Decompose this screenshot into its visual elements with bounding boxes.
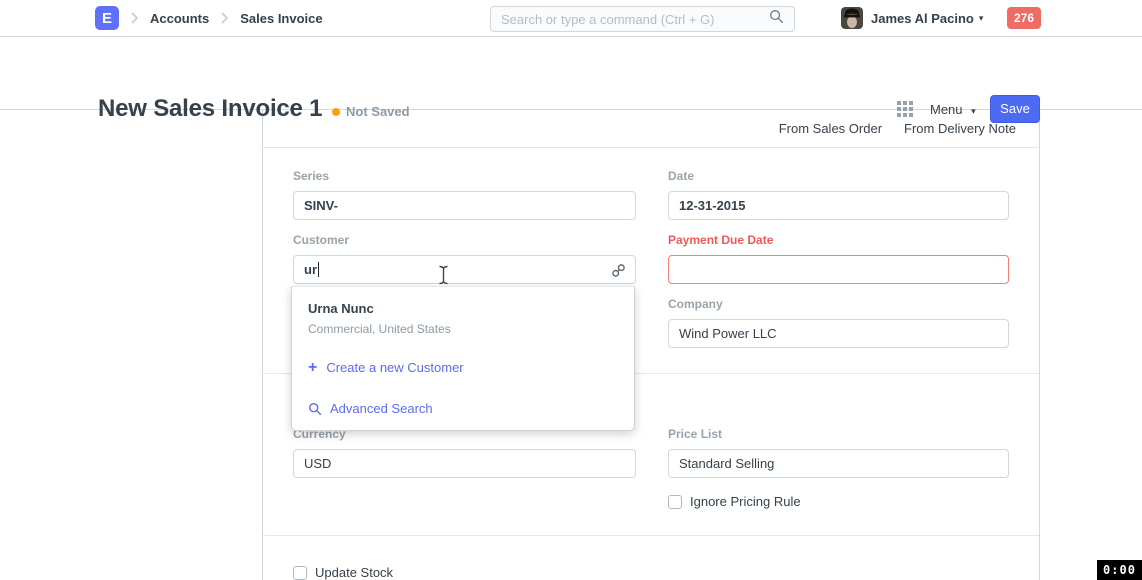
page-title: New Sales Invoice 1 xyxy=(98,95,322,123)
text-caret xyxy=(318,262,319,277)
ignore-pricing-rule-label: Ignore Pricing Rule xyxy=(690,494,801,509)
plus-icon: + xyxy=(308,361,317,375)
update-stock-checkbox[interactable]: Update Stock xyxy=(293,565,393,580)
customer-option-title: Urna Nunc xyxy=(308,301,451,316)
breadcrumb: E Accounts Sales Invoice xyxy=(95,0,323,36)
chevron-right-icon xyxy=(130,12,139,24)
notification-badge[interactable]: 276 xyxy=(1007,7,1041,29)
series-input[interactable] xyxy=(293,191,636,220)
chevron-down-icon: ▾ xyxy=(971,106,976,116)
user-name: James Al Pacino xyxy=(871,11,974,26)
customer-label: Customer xyxy=(293,233,636,247)
date-field: Date xyxy=(668,169,1009,220)
price-list-field: Price List xyxy=(668,427,1009,478)
save-status: Not Saved xyxy=(332,104,410,119)
payment-due-date-input[interactable] xyxy=(668,255,1009,284)
series-field: Series xyxy=(293,169,636,220)
breadcrumb-accounts[interactable]: Accounts xyxy=(150,11,209,26)
company-input[interactable] xyxy=(668,319,1009,348)
status-dot-icon xyxy=(332,108,340,116)
series-label: Series xyxy=(293,169,636,183)
price-list-label: Price List xyxy=(668,427,1009,441)
customer-field: Customer ur xyxy=(293,233,636,284)
avatar xyxy=(841,7,863,29)
save-button[interactable]: Save xyxy=(990,95,1040,123)
create-new-customer-button[interactable]: + Create a new Customer xyxy=(308,360,464,375)
status-text: Not Saved xyxy=(346,104,410,119)
create-new-customer-label: Create a new Customer xyxy=(326,360,463,375)
breadcrumb-sales-invoice[interactable]: Sales Invoice xyxy=(240,11,322,26)
company-field: Company xyxy=(668,297,1009,348)
currency-field: Currency xyxy=(293,427,636,478)
app-logo[interactable]: E xyxy=(95,6,119,30)
chevron-right-icon xyxy=(220,12,229,24)
user-menu[interactable]: James Al Pacino ▾ xyxy=(841,0,983,36)
currency-input[interactable] xyxy=(293,449,636,478)
global-search-input[interactable] xyxy=(501,12,769,27)
customer-autocomplete-dropdown: Urna Nunc Commercial, United States + Cr… xyxy=(291,286,635,431)
app-logo-letter: E xyxy=(102,10,112,27)
section-divider xyxy=(263,535,1039,536)
global-search[interactable] xyxy=(490,6,795,32)
customer-input-value: ur xyxy=(304,262,317,277)
top-navbar: E Accounts Sales Invoice James Al Pacino… xyxy=(0,0,1142,37)
date-label: Date xyxy=(668,169,1009,183)
checkbox-icon xyxy=(293,566,307,580)
price-list-input[interactable] xyxy=(668,449,1009,478)
payment-due-date-field: Payment Due Date xyxy=(668,233,1009,284)
menu-button[interactable]: Menu ▾ xyxy=(930,102,976,117)
page-header: New Sales Invoice 1 Not Saved Menu ▾ Sav… xyxy=(0,37,1142,110)
search-icon xyxy=(308,402,322,416)
link-icon[interactable] xyxy=(611,263,626,281)
payment-due-date-label: Payment Due Date xyxy=(668,233,1009,247)
update-stock-label: Update Stock xyxy=(315,565,393,580)
customer-input[interactable]: ur xyxy=(293,255,636,284)
ignore-pricing-rule-checkbox[interactable]: Ignore Pricing Rule xyxy=(668,494,1009,509)
advanced-search-button[interactable]: Advanced Search xyxy=(308,401,433,416)
from-sales-order-button[interactable]: From Sales Order xyxy=(779,121,882,136)
chevron-down-icon: ▾ xyxy=(979,13,984,24)
from-delivery-note-button[interactable]: From Delivery Note xyxy=(904,121,1016,136)
recording-timer: 0:00 xyxy=(1097,560,1142,580)
checkbox-icon xyxy=(668,495,682,509)
customer-option-subtitle: Commercial, United States xyxy=(308,322,451,336)
grid-menu-icon[interactable] xyxy=(897,101,913,117)
customer-option-urna-nunc[interactable]: Urna Nunc Commercial, United States xyxy=(308,301,451,336)
search-icon xyxy=(769,9,784,29)
company-label: Company xyxy=(668,297,1009,311)
date-input[interactable] xyxy=(668,191,1009,220)
advanced-search-label: Advanced Search xyxy=(330,401,433,416)
